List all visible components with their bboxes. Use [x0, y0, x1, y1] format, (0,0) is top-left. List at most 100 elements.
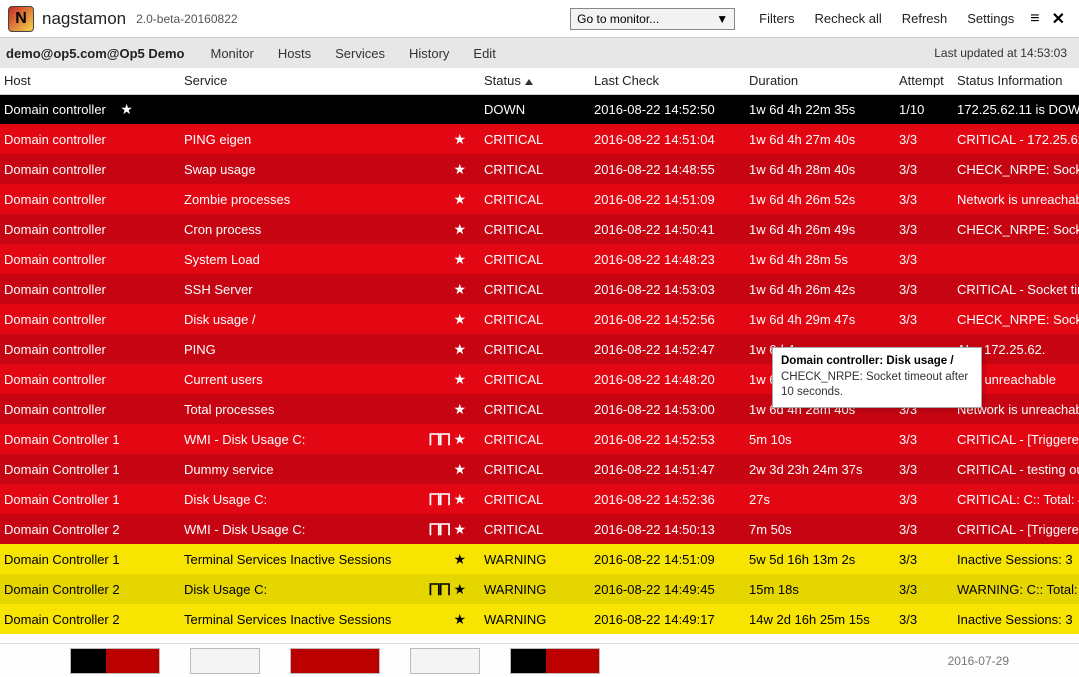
cell-last-check: 2016-08-22 14:51:47	[590, 454, 745, 484]
table-row[interactable]: Domain Controller 2Terminal Services Ina…	[0, 604, 1079, 634]
refresh-link[interactable]: Refresh	[902, 11, 948, 26]
cell-last-check: 2016-08-22 14:50:41	[590, 214, 745, 244]
table-row[interactable]: Domain controllerSystem Load★CRITICAL201…	[0, 244, 1079, 274]
cell-host: Domain controller	[0, 184, 180, 214]
cell-duration: 27s	[745, 484, 895, 514]
cell-status: WARNING	[480, 604, 590, 634]
cell-service: WMI - Disk Usage C:⨅⨅★	[180, 514, 480, 544]
table-row[interactable]: Domain Controller 2WMI - Disk Usage C:⨅⨅…	[0, 514, 1079, 544]
menu-monitor[interactable]: Monitor	[211, 46, 254, 61]
cell-status: CRITICAL	[480, 334, 590, 364]
cell-service: Disk Usage C:⨅⨅★	[180, 574, 480, 604]
cell-duration: 7m 50s	[745, 514, 895, 544]
cell-status-info: CRITICAL: C:: Total: 4	[953, 484, 1079, 514]
table-row[interactable]: Domain controllerPING eigen★CRITICAL2016…	[0, 124, 1079, 154]
cell-service: Disk usage /★	[180, 304, 480, 334]
cell-duration: 1w 6d 4h 26m 49s	[745, 214, 895, 244]
cell-duration: 2w 3d 23h 24m 37s	[745, 454, 895, 484]
table-row[interactable]: Domain Controller 1Disk Usage C:⨅⨅★ CRITI…	[0, 484, 1079, 514]
col-duration[interactable]: Duration	[745, 68, 895, 94]
go-to-monitor-select[interactable]: Go to monitor... ▼	[570, 8, 735, 30]
cell-service: Current users★	[180, 364, 480, 394]
star-icon: ★	[120, 101, 133, 117]
star-icon: ★	[453, 431, 466, 447]
cell-attempt: 3/3	[895, 274, 953, 304]
thumbnail-icon	[190, 648, 260, 674]
background-strip: 2016-07-29	[0, 643, 1079, 677]
star-icon: ★	[453, 221, 466, 237]
cell-attempt: 3/3	[895, 424, 953, 454]
cell-last-check: 2016-08-22 14:50:13	[590, 514, 745, 544]
tooltip-title: Domain controller: Disk usage /	[781, 354, 973, 370]
cell-service	[180, 94, 480, 124]
table-row[interactable]: Domain controllerSwap usage★CRITICAL2016…	[0, 154, 1079, 184]
col-last-check[interactable]: Last Check	[590, 68, 745, 94]
table-row[interactable]: Domain controller ★DOWN2016-08-22 14:52:…	[0, 94, 1079, 124]
cell-attempt: 3/3	[895, 484, 953, 514]
cell-host: Domain controller	[0, 304, 180, 334]
tooltip-body: CHECK_NRPE: Socket timeout after 10 seco…	[781, 370, 973, 401]
menu-services[interactable]: Services	[335, 46, 385, 61]
flapping-icon: ⨅⨅	[429, 582, 449, 598]
title-bar: N nagstamon 2.0-beta-20160822 Go to moni…	[0, 0, 1079, 38]
monitor-select-label: Go to monitor...	[577, 12, 659, 26]
cell-host: Domain controller	[0, 334, 180, 364]
cell-host: Domain Controller 2	[0, 574, 180, 604]
table-row[interactable]: Domain Controller 1Dummy service★CRITICA…	[0, 454, 1079, 484]
cell-status: CRITICAL	[480, 154, 590, 184]
cell-service: Disk Usage C:⨅⨅★	[180, 484, 480, 514]
cell-host: Domain controller	[0, 244, 180, 274]
cell-attempt: 3/3	[895, 124, 953, 154]
cell-last-check: 2016-08-22 14:52:36	[590, 484, 745, 514]
tooltip: Domain controller: Disk usage / CHECK_NR…	[772, 347, 982, 408]
cell-status-info: WARNING: C:: Total: 4	[953, 574, 1079, 604]
col-status-info[interactable]: Status Information	[953, 68, 1079, 94]
cell-attempt: 1/10	[895, 94, 953, 124]
cell-attempt: 3/3	[895, 214, 953, 244]
cell-service: PING★	[180, 334, 480, 364]
cell-last-check: 2016-08-22 14:49:17	[590, 604, 745, 634]
menu-edit[interactable]: Edit	[473, 46, 495, 61]
table-row[interactable]: Domain Controller 1Terminal Services Ina…	[0, 544, 1079, 574]
col-service[interactable]: Service	[180, 68, 480, 94]
flapping-icon: ⨅⨅	[429, 492, 449, 508]
cell-last-check: 2016-08-22 14:51:04	[590, 124, 745, 154]
table-row[interactable]: Domain Controller 2Disk Usage C:⨅⨅★ WARNI…	[0, 574, 1079, 604]
cell-duration: 1w 6d 4h 22m 35s	[745, 94, 895, 124]
star-icon: ★	[453, 161, 466, 177]
col-host[interactable]: Host	[0, 68, 180, 94]
cell-service: Dummy service★	[180, 454, 480, 484]
menu-hosts[interactable]: Hosts	[278, 46, 311, 61]
cell-status: CRITICAL	[480, 274, 590, 304]
menu-history[interactable]: History	[409, 46, 449, 61]
cell-service: Terminal Services Inactive Sessions★	[180, 604, 480, 634]
last-updated-label: Last updated at 14:53:03	[934, 46, 1067, 60]
cell-service: Zombie processes★	[180, 184, 480, 214]
col-attempt[interactable]: Attempt	[895, 68, 953, 94]
close-icon[interactable]: ✕	[1052, 9, 1065, 29]
col-status[interactable]: Status	[480, 68, 590, 94]
star-icon: ★	[453, 251, 466, 267]
cell-duration: 1w 6d 4h 26m 42s	[745, 274, 895, 304]
cell-attempt: 3/3	[895, 454, 953, 484]
table-row[interactable]: Domain controllerZombie processes★CRITIC…	[0, 184, 1079, 214]
cell-attempt: 3/3	[895, 244, 953, 274]
star-icon: ★	[453, 581, 466, 597]
settings-link[interactable]: Settings	[967, 11, 1014, 26]
cell-duration: 1w 6d 4h 28m 40s	[745, 154, 895, 184]
table-row[interactable]: Domain controllerDisk usage /★CRITICAL20…	[0, 304, 1079, 334]
cell-status-info: CRITICAL - [Triggered	[953, 514, 1079, 544]
star-icon: ★	[453, 371, 466, 387]
hamburger-menu-icon[interactable]: ≡	[1030, 10, 1039, 28]
cell-status-info: Inactive Sessions: 3	[953, 604, 1079, 634]
recheck-all-link[interactable]: Recheck all	[815, 11, 882, 26]
cell-status-info: CRITICAL - testing out	[953, 454, 1079, 484]
cell-host: Domain controller ★	[0, 94, 180, 124]
cell-last-check: 2016-08-22 14:53:03	[590, 274, 745, 304]
table-row[interactable]: Domain Controller 1WMI - Disk Usage C:⨅⨅…	[0, 424, 1079, 454]
table-row[interactable]: Domain controllerCron process★CRITICAL20…	[0, 214, 1079, 244]
filters-link[interactable]: Filters	[759, 11, 794, 26]
sub-bar: demo@op5.com@Op5 Demo Monitor Hosts Serv…	[0, 38, 1079, 68]
cell-host: Domain Controller 1	[0, 484, 180, 514]
table-row[interactable]: Domain controllerSSH Server★CRITICAL2016…	[0, 274, 1079, 304]
